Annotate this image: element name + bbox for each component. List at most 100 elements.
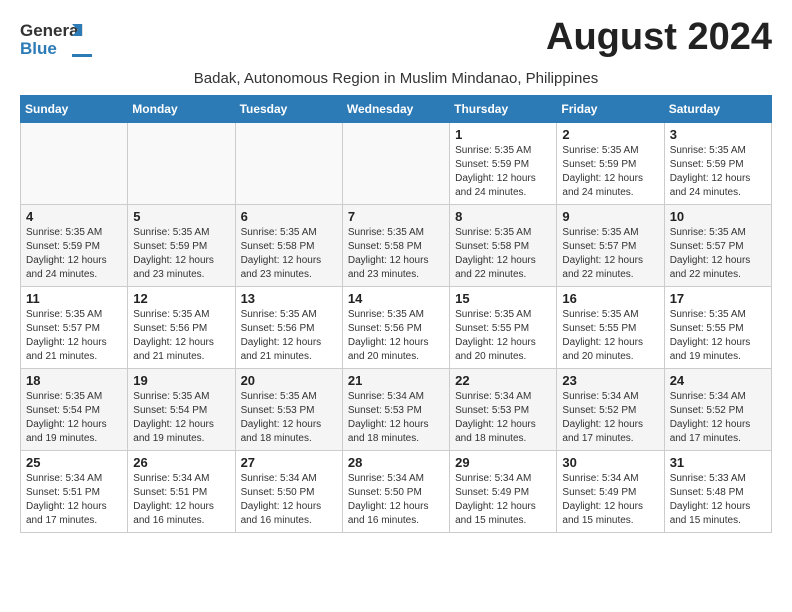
calendar-cell xyxy=(128,123,235,205)
day-number: 7 xyxy=(348,209,444,224)
calendar-cell: 29Sunrise: 5:34 AMSunset: 5:49 PMDayligh… xyxy=(450,451,557,533)
day-number: 30 xyxy=(562,455,658,470)
day-info: Sunrise: 5:35 AMSunset: 5:56 PMDaylight:… xyxy=(348,308,444,364)
day-info: Sunrise: 5:34 AMSunset: 5:49 PMDaylight:… xyxy=(562,472,658,528)
col-monday: Monday xyxy=(128,96,235,123)
col-friday: Friday xyxy=(557,96,664,123)
day-info: Sunrise: 5:35 AMSunset: 5:59 PMDaylight:… xyxy=(455,144,551,200)
logo-icon: General Blue xyxy=(20,16,92,66)
day-number: 25 xyxy=(26,455,122,470)
day-info: Sunrise: 5:34 AMSunset: 5:52 PMDaylight:… xyxy=(562,390,658,446)
day-number: 16 xyxy=(562,291,658,306)
week-row-1: 1 Sunrise: 5:35 AMSunset: 5:59 PMDaylight… xyxy=(21,123,772,205)
calendar-cell: 16 Sunrise: 5:35 AMSunset: 5:55 PMDayligh… xyxy=(557,287,664,369)
week-row-3: 11 Sunrise: 5:35 AMSunset: 5:57 PMDayligh… xyxy=(21,287,772,369)
day-number: 4 xyxy=(26,209,122,224)
day-number: 9 xyxy=(562,209,658,224)
calendar-cell: 10 Sunrise: 5:35 AMSunset: 5:57 PMDayligh… xyxy=(664,205,771,287)
calendar-cell: 9 Sunrise: 5:35 AMSunset: 5:57 PMDaylight… xyxy=(557,205,664,287)
day-number: 29 xyxy=(455,455,551,470)
day-info: Sunrise: 5:35 AMSunset: 5:57 PMDaylight:… xyxy=(26,308,122,364)
day-info: Sunrise: 5:35 AMSunset: 5:59 PMDaylight:… xyxy=(670,144,766,200)
calendar-cell: 25Sunrise: 5:34 AMSunset: 5:51 PMDayligh… xyxy=(21,451,128,533)
day-number: 31 xyxy=(670,455,766,470)
svg-text:General: General xyxy=(20,21,83,40)
day-number: 27 xyxy=(241,455,337,470)
day-info: Sunrise: 5:35 AMSunset: 5:55 PMDaylight:… xyxy=(562,308,658,364)
calendar-cell: 19 Sunrise: 5:35 AMSunset: 5:54 PMDayligh… xyxy=(128,369,235,451)
day-number: 12 xyxy=(133,291,229,306)
month-title: August 2024 xyxy=(546,16,772,59)
day-number: 17 xyxy=(670,291,766,306)
day-number: 8 xyxy=(455,209,551,224)
day-info: Sunrise: 5:35 AMSunset: 5:59 PMDaylight:… xyxy=(26,226,122,282)
col-tuesday: Tuesday xyxy=(235,96,342,123)
calendar-cell xyxy=(342,123,449,205)
day-number: 5 xyxy=(133,209,229,224)
calendar-cell: 6Sunrise: 5:35 AMSunset: 5:58 PMDaylight… xyxy=(235,205,342,287)
logo: General Blue xyxy=(20,16,92,66)
col-saturday: Saturday xyxy=(664,96,771,123)
col-thursday: Thursday xyxy=(450,96,557,123)
day-number: 18 xyxy=(26,373,122,388)
calendar-cell: 24Sunrise: 5:34 AMSunset: 5:52 PMDayligh… xyxy=(664,369,771,451)
day-number: 23 xyxy=(562,373,658,388)
day-info: Sunrise: 5:34 AMSunset: 5:50 PMDaylight:… xyxy=(241,472,337,528)
week-row-5: 25 Sunrise: 5:34 AMSunset: 5:51 PMDayligh… xyxy=(21,451,772,533)
day-info: Sunrise: 5:35 AMSunset: 5:57 PMDaylight:… xyxy=(562,226,658,282)
day-number: 10 xyxy=(670,209,766,224)
day-number: 1 xyxy=(455,127,551,142)
day-number: 24 xyxy=(670,373,766,388)
calendar-cell xyxy=(235,123,342,205)
calendar-cell: 5 Sunrise: 5:35 AMSunset: 5:59 PMDaylight… xyxy=(128,205,235,287)
calendar-cell: 3Sunrise: 5:35 AMSunset: 5:59 PMDaylight… xyxy=(664,123,771,205)
day-info: Sunrise: 5:34 AMSunset: 5:53 PMDaylight:… xyxy=(348,390,444,446)
day-info: Sunrise: 5:34 AMSunset: 5:50 PMDaylight:… xyxy=(348,472,444,528)
calendar-cell: 22 Sunrise: 5:34 AMSunset: 5:53 PMDayligh… xyxy=(450,369,557,451)
calendar-cell: 26 Sunrise: 5:34 AMSunset: 5:51 PMDayligh… xyxy=(128,451,235,533)
day-info: Sunrise: 5:35 AMSunset: 5:53 PMDaylight:… xyxy=(241,390,337,446)
calendar-cell: 8Sunrise: 5:35 AMSunset: 5:58 PMDaylight… xyxy=(450,205,557,287)
day-info: Sunrise: 5:35 AMSunset: 5:56 PMDaylight:… xyxy=(241,308,337,364)
day-info: Sunrise: 5:35 AMSunset: 5:58 PMDaylight:… xyxy=(241,226,337,282)
calendar-cell: 20 Sunrise: 5:35 AMSunset: 5:53 PMDayligh… xyxy=(235,369,342,451)
calendar-cell: 23 Sunrise: 5:34 AMSunset: 5:52 PMDayligh… xyxy=(557,369,664,451)
subtitle: Badak, Autonomous Region in Muslim Minda… xyxy=(20,70,772,87)
day-number: 20 xyxy=(241,373,337,388)
calendar-cell: 4 Sunrise: 5:35 AMSunset: 5:59 PMDaylight… xyxy=(21,205,128,287)
day-info: Sunrise: 5:35 AMSunset: 5:54 PMDaylight:… xyxy=(26,390,122,446)
day-number: 13 xyxy=(241,291,337,306)
calendar-cell: 27 Sunrise: 5:34 AMSunset: 5:50 PMDayligh… xyxy=(235,451,342,533)
day-number: 19 xyxy=(133,373,229,388)
calendar-cell: 14 Sunrise: 5:35 AMSunset: 5:56 PMDayligh… xyxy=(342,287,449,369)
day-info: Sunrise: 5:33 AMSunset: 5:48 PMDaylight:… xyxy=(670,472,766,528)
calendar-cell: 12 Sunrise: 5:35 AMSunset: 5:56 PMDayligh… xyxy=(128,287,235,369)
day-number: 28 xyxy=(348,455,444,470)
day-info: Sunrise: 5:34 AMSunset: 5:53 PMDaylight:… xyxy=(455,390,551,446)
day-info: Sunrise: 5:35 AMSunset: 5:58 PMDaylight:… xyxy=(348,226,444,282)
day-info: Sunrise: 5:35 AMSunset: 5:57 PMDaylight:… xyxy=(670,226,766,282)
calendar-cell: 15Sunrise: 5:35 AMSunset: 5:55 PMDayligh… xyxy=(450,287,557,369)
day-number: 14 xyxy=(348,291,444,306)
week-row-2: 4 Sunrise: 5:35 AMSunset: 5:59 PMDaylight… xyxy=(21,205,772,287)
day-info: Sunrise: 5:35 AMSunset: 5:54 PMDaylight:… xyxy=(133,390,229,446)
day-info: Sunrise: 5:35 AMSunset: 5:59 PMDaylight:… xyxy=(562,144,658,200)
day-number: 26 xyxy=(133,455,229,470)
week-row-4: 18 Sunrise: 5:35 AMSunset: 5:54 PMDayligh… xyxy=(21,369,772,451)
day-number: 22 xyxy=(455,373,551,388)
calendar-cell: 11 Sunrise: 5:35 AMSunset: 5:57 PMDayligh… xyxy=(21,287,128,369)
calendar-cell: 13 Sunrise: 5:35 AMSunset: 5:56 PMDayligh… xyxy=(235,287,342,369)
header-row: Sunday Monday Tuesday Wednesday Thursday… xyxy=(21,96,772,123)
day-info: Sunrise: 5:35 AMSunset: 5:56 PMDaylight:… xyxy=(133,308,229,364)
day-info: Sunrise: 5:35 AMSunset: 5:55 PMDaylight:… xyxy=(670,308,766,364)
calendar-cell: 28 Sunrise: 5:34 AMSunset: 5:50 PMDayligh… xyxy=(342,451,449,533)
calendar-cell: 17 Sunrise: 5:35 AMSunset: 5:55 PMDayligh… xyxy=(664,287,771,369)
day-info: Sunrise: 5:34 AMSunset: 5:51 PMDaylight:… xyxy=(133,472,229,528)
calendar-table: Sunday Monday Tuesday Wednesday Thursday… xyxy=(20,95,772,533)
calendar-cell: 2Sunrise: 5:35 AMSunset: 5:59 PMDaylight… xyxy=(557,123,664,205)
day-number: 21 xyxy=(348,373,444,388)
calendar-cell: 31 Sunrise: 5:33 AMSunset: 5:48 PMDayligh… xyxy=(664,451,771,533)
day-number: 11 xyxy=(26,291,122,306)
day-info: Sunrise: 5:35 AMSunset: 5:55 PMDaylight:… xyxy=(455,308,551,364)
day-info: Sunrise: 5:35 AMSunset: 5:59 PMDaylight:… xyxy=(133,226,229,282)
